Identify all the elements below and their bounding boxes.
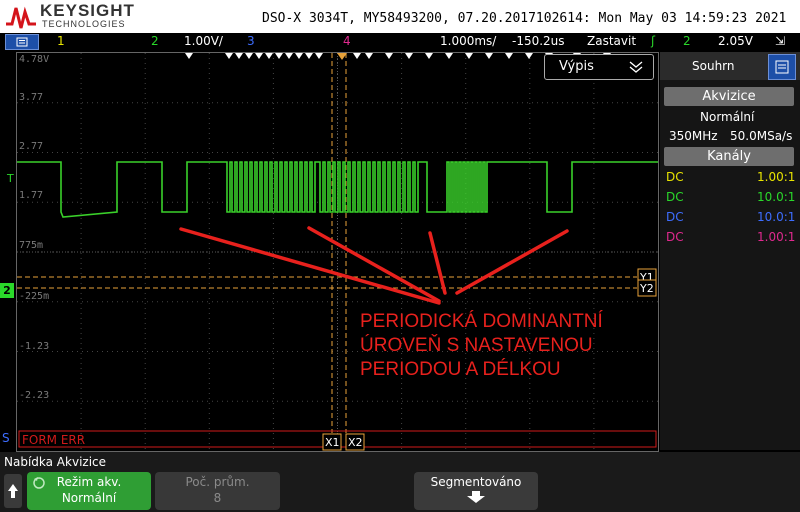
channel-probe-ratio: 1.00:1 [757,170,796,184]
waveform-display[interactable]: FORM ERR X1 X2 Y1 Y2 [16,52,659,452]
segmented-softkey[interactable]: Segmentováno [414,472,538,510]
channel-coupling: DC [666,210,684,224]
ch3-indicator[interactable]: 3 [247,34,255,48]
annotation-arrow [179,227,441,305]
serial-decode-text: FORM ERR [22,433,85,447]
trigger-channel[interactable]: 2 [683,34,691,48]
segmented-label: Segmentováno [430,475,522,489]
trigger-point-icon [295,53,303,59]
panel-menu-button[interactable] [768,54,796,80]
brand-name: KEYSIGHT [40,1,135,20]
trigger-point-icon [485,53,493,59]
rotary-knob-icon [33,477,45,489]
trigger-level[interactable]: 2.05V [718,34,753,48]
acquisition-mode: Normální [700,110,755,124]
y-label: 4.78V [19,54,50,65]
vypis-label: Výpis [559,59,594,74]
y-label: -1.23 [19,341,50,352]
channel-coupling: DC [666,170,684,184]
menu-title: Nabídka Akvizice [4,455,107,469]
trigger-point-icon [425,53,433,59]
instrument-header: KEYSIGHT TECHNOLOGIES DSO-X 3034T, MY584… [0,0,800,33]
arrow-down-icon [467,491,485,503]
annotation-line: PERIODOU A DÉLKOU [360,359,561,380]
ch2-ground-marker[interactable]: 2 [0,283,14,298]
instrument-info: DSO-X 3034T, MY58493200, 07.20.201710261… [262,11,787,26]
trigger-point-icon [525,53,533,59]
trigger-point-icon [225,53,233,59]
keysight-logo-icon [6,6,36,29]
annotation-arrow [455,229,569,295]
trigger-point-icon [445,53,453,59]
y-label: 2.77 [19,141,44,152]
status-toolbar: 1 2 1.00V/ 3 4 1.000ms/ -150.2us Zastavi… [0,33,800,50]
channel-probe-ratio: 10.0:1 [757,190,796,204]
annotation-line: ÚROVEŇ S NASTAVENOU [360,335,593,356]
summary-tab[interactable]: Souhrn [660,52,800,80]
annotation-arrow [307,226,441,303]
run-state[interactable]: Zastavit [587,34,636,48]
annotation-line: PERIODICKÁ DOMINANTNÍ [360,311,603,332]
summary-tab-label: Souhrn [692,59,735,73]
y-label: 1.77 [19,190,44,201]
bandwidth: 350MHz [669,129,718,143]
cursor-y2-label: Y2 [639,282,654,295]
ch2-scale[interactable]: 1.00V/ [184,34,223,48]
ch2-waveform [17,161,658,218]
trigger-point-icon [505,53,513,59]
arrow-up-icon [8,484,18,498]
channel-coupling: DC [666,230,684,244]
trigger-point-icon [185,53,193,59]
trigger-point-icon [405,53,413,59]
trigger-point-icon [285,53,293,59]
trigger-point-icon [265,53,273,59]
trigger-point-icon [255,53,263,59]
trigger-slope-icon: ʃ [651,34,656,48]
y-label: -2.23 [19,390,50,401]
acq-mode-value: Normální [61,491,117,505]
serial-bus-marker: S [2,431,10,445]
trigger-point-icon [245,53,253,59]
cursor-x2-label: X2 [348,436,363,449]
trigger-mode-icon[interactable]: ⇲ [775,34,785,48]
back-button[interactable] [4,474,22,508]
sample-rate: 50.0MSa/s [730,129,793,143]
ch2-indicator[interactable]: 2 [151,34,159,48]
y-label: -225m [19,291,50,302]
averages-value: 8 [213,491,222,505]
menu-icon [16,37,28,47]
acquisition-header[interactable]: Akvizice [664,87,794,106]
list-icon [775,60,789,74]
acq-mode-softkey[interactable]: Režim akv. Normální [27,472,151,510]
ch1-indicator[interactable]: 1 [57,34,65,48]
channel-coupling: DC [666,190,684,204]
annotation-arrow [428,231,447,295]
time-delay[interactable]: -150.2us [512,34,565,48]
y-label: 3.77 [19,92,44,103]
red-annotation: PERIODICKÁ DOMINANTNÍ ÚROVEŇ S NASTAVENO… [360,310,660,382]
averages-softkey[interactable]: Poč. prům. 8 [155,472,280,510]
trigger-point-icon [353,53,361,59]
y-label: 775m [19,240,44,251]
cursor-x1-label: X1 [325,436,340,449]
graticule: FORM ERR X1 X2Y1Y2 [17,53,658,451]
brand-subtitle: TECHNOLOGIES [42,19,126,29]
trigger-point-icon [305,53,313,59]
trigger-point-icon [275,53,283,59]
channel-probe-ratio: 10.0:1 [757,210,796,224]
vypis-button[interactable]: Výpis [544,54,654,80]
trigger-point-icon [315,53,323,59]
trigger-point-icon [385,53,393,59]
averages-label: Poč. prům. [185,475,250,489]
ch4-indicator[interactable]: 4 [343,34,351,48]
channels-header[interactable]: Kanály [664,147,794,166]
trigger-point-icon [235,53,243,59]
chevron-down-icon [629,61,643,73]
trigger-level-marker[interactable]: T [7,172,14,185]
trigger-point-icon [365,53,373,59]
channel-probe-ratio: 1.00:1 [757,230,796,244]
timebase-scale[interactable]: 1.000ms/ [440,34,496,48]
main-menu-button[interactable] [5,34,39,50]
